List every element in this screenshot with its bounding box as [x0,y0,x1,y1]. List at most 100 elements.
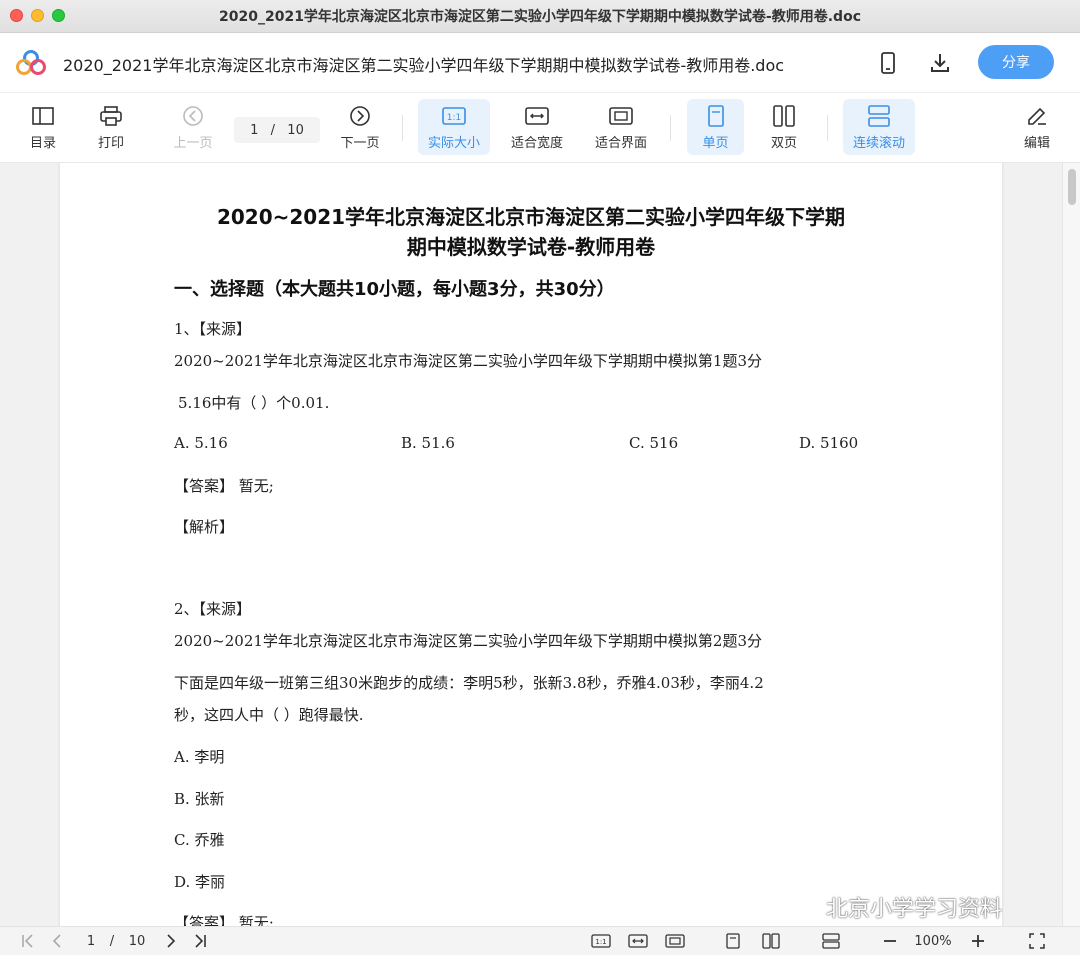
q1-option-a: A. 5.16 [174,434,228,452]
sidebar-icon [32,104,54,128]
double-page-button[interactable]: 双页 [758,99,810,155]
download-icon[interactable] [928,51,952,75]
q1-stem: 5.16中有（ ）个0.01. [178,394,330,412]
fit-screen-button[interactable]: 适合界面 [588,99,654,155]
status-page-separator: / [109,933,115,949]
q1-option-b: B. 51.6 [401,434,455,452]
status-actual-size-icon[interactable]: 1:1 [590,932,612,950]
chevron-left-circle-icon [182,104,204,128]
single-page-label: 单页 [702,135,729,151]
q2-option-d: D. 李丽 [174,873,226,891]
zoom-level[interactable]: 100% [910,932,956,950]
current-page: 1 [250,122,259,138]
fit-screen-icon [609,104,633,128]
doc-heading-line1: 2020~2021学年北京海淀区北京市海淀区第二实验小学四年级下学期 [216,205,846,229]
q2-option-a: A. 李明 [174,748,225,766]
q2-source: 2020~2021学年北京海淀区北京市海淀区第二实验小学四年级下学期期中模拟第2… [174,632,763,650]
next-page-label: 下一页 [340,135,380,151]
mobile-icon[interactable] [876,51,900,75]
print-button[interactable]: 打印 [86,99,136,155]
close-window-button[interactable] [10,9,23,22]
page-separator: / [270,122,276,138]
zoom-out-icon[interactable] [881,932,899,950]
scrollbar-thumb[interactable] [1068,169,1076,205]
actual-size-icon: 1:1 [442,104,466,128]
actual-size-label: 实际大小 [427,135,480,151]
single-page-button[interactable]: 单页 [687,99,744,155]
q2-option-c: C. 乔雅 [174,831,225,849]
continuous-scroll-icon [868,104,890,128]
toolbar-divider [402,115,403,141]
total-pages: 10 [287,122,304,138]
prev-page-button[interactable]: 上一页 [166,99,220,155]
cloud-logo-icon [16,50,46,75]
q2-stem-line1: 下面是四年级一班第三组30米跑步的成绩：李明5秒，张新3.8秒，乔雅4.03秒，… [174,674,764,692]
section-heading: 一、选择题（本大题共10小题，每小题3分，共30分） [174,279,615,300]
share-button[interactable]: 分享 [978,45,1054,79]
chevron-right-circle-icon [349,104,371,128]
last-page-icon[interactable] [191,932,209,950]
next-page-button[interactable]: 下一页 [334,99,386,155]
status-bar: 1 / 10 1:1 100% [0,926,1080,955]
q2-stem-line2: 秒，这四人中（ ）跑得最快. [174,706,364,724]
q1-label: 1、【来源】 [174,320,252,338]
watermark: 北京小学学习资料 [784,891,1002,923]
doc-heading-line2: 期中模拟数学试卷-教师用卷 [406,235,656,259]
first-page-icon[interactable] [20,932,36,950]
viewer-toolbar: 目录 打印 上一页 1 / 10 下一页 1:1 实际大小 适合宽度 适合界面 … [0,93,1080,163]
svg-text:1:1: 1:1 [447,113,461,123]
actual-size-button[interactable]: 1:1 实际大小 [418,99,490,155]
q1-analysis: 【解析】 [174,518,235,536]
status-double-page-icon[interactable] [761,932,781,950]
status-current-page[interactable]: 1 [84,932,98,950]
q1-option-c: C. 516 [629,434,679,452]
zoom-in-icon[interactable] [969,932,987,950]
page-number-input[interactable]: 1 / 10 [234,117,320,143]
q2-option-b: B. 张新 [174,790,225,808]
toc-button[interactable]: 目录 [18,99,68,155]
q1-source: 2020~2021学年北京海淀区北京市海淀区第二实验小学四年级下学期期中模拟第1… [174,352,763,370]
fit-width-label: 适合宽度 [510,135,563,151]
status-single-page-icon[interactable] [724,932,742,950]
minimize-window-button[interactable] [31,9,44,22]
status-fit-width-icon[interactable] [627,932,649,950]
status-fit-screen-icon[interactable] [664,932,686,950]
toolbar-divider [670,115,671,141]
status-total-pages: 10 [128,933,146,949]
document-viewport[interactable]: 2020~2021学年北京海淀区北京市海淀区第二实验小学四年级下学期 期中模拟数… [0,163,1080,926]
watermark-text: 北京小学学习资料 [826,897,1003,922]
svg-text:1:1: 1:1 [595,938,606,946]
prev-page-icon[interactable] [50,932,64,950]
next-page-icon[interactable] [164,932,178,950]
toolbar-divider [827,115,828,141]
q1-option-d: D. 5160 [799,434,859,452]
print-label: 打印 [97,135,124,151]
fullscreen-icon[interactable] [1027,932,1047,950]
window-titlebar: 2020_2021学年北京海淀区北京市海淀区第二实验小学四年级下学期期中模拟数学… [0,0,1080,33]
printer-icon [100,104,122,128]
document-page: 2020~2021学年北京海淀区北京市海淀区第二实验小学四年级下学期 期中模拟数… [60,163,1002,926]
continuous-scroll-label: 连续滚动 [852,135,905,151]
edit-pen-icon [1026,104,1048,128]
fit-screen-label: 适合界面 [594,135,647,151]
fit-width-icon [525,104,549,128]
fit-width-button[interactable]: 适合宽度 [504,99,570,155]
q2-label: 2、【来源】 [174,600,252,618]
single-page-icon [707,104,725,128]
toc-label: 目录 [29,135,56,151]
edit-label: 编辑 [1023,135,1050,151]
q2-answer: 【答案】 暂无; [174,914,274,926]
document-title: 2020_2021学年北京海淀区北京市海淀区第二实验小学四年级下学期期中模拟数学… [63,56,785,75]
q1-answer: 【答案】 暂无; [174,477,274,495]
vertical-scrollbar[interactable] [1062,163,1080,926]
double-page-label: 双页 [770,135,797,151]
wechat-icon [785,895,818,919]
status-continuous-scroll-icon[interactable] [821,932,841,950]
window-title: 2020_2021学年北京海淀区北京市海淀区第二实验小学四年级下学期期中模拟数学… [219,9,861,25]
app-header: 2020_2021学年北京海淀区北京市海淀区第二实验小学四年级下学期期中模拟数学… [0,33,1080,93]
continuous-scroll-button[interactable]: 连续滚动 [843,99,915,155]
edit-button[interactable]: 编辑 [1012,99,1062,155]
double-page-icon [773,104,795,128]
zoom-window-button[interactable] [52,9,65,22]
traffic-lights [10,9,65,22]
